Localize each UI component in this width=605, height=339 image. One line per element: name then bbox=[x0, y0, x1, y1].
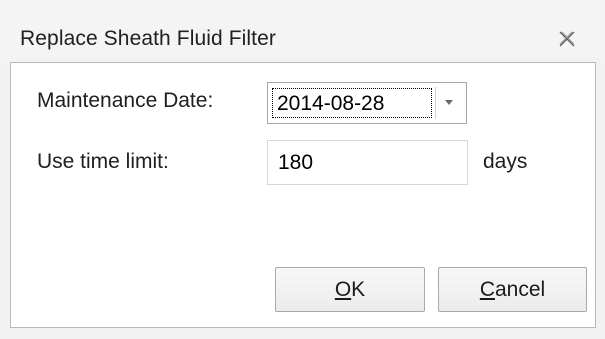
cancel-button-label: ancel bbox=[494, 278, 546, 301]
use-time-limit-label: Use time limit: bbox=[37, 150, 169, 173]
cancel-button[interactable]: Cancel bbox=[438, 267, 587, 312]
dialog-title: Replace Sheath Fluid Filter bbox=[20, 27, 276, 50]
days-unit-label: days bbox=[483, 150, 528, 173]
replace-sheath-fluid-filter-dialog: Replace Sheath Fluid Filter Maintenance … bbox=[0, 0, 605, 339]
ok-button-label: K bbox=[351, 278, 366, 301]
close-icon bbox=[559, 31, 575, 47]
chevron-down-icon bbox=[445, 100, 453, 105]
ok-button-mnemonic: O bbox=[334, 278, 352, 301]
dialog-titlebar: Replace Sheath Fluid Filter bbox=[0, 0, 605, 58]
maintenance-date-picker[interactable]: 2014-08-28 bbox=[267, 82, 467, 124]
maintenance-date-label: Maintenance Date: bbox=[37, 89, 214, 112]
cancel-button-mnemonic: C bbox=[479, 278, 495, 301]
ok-button[interactable]: OK bbox=[275, 267, 425, 312]
date-dropdown-button[interactable] bbox=[435, 87, 463, 119]
use-time-limit-input[interactable] bbox=[267, 140, 468, 185]
close-button[interactable] bbox=[556, 28, 578, 50]
maintenance-date-value[interactable]: 2014-08-28 bbox=[272, 88, 432, 118]
